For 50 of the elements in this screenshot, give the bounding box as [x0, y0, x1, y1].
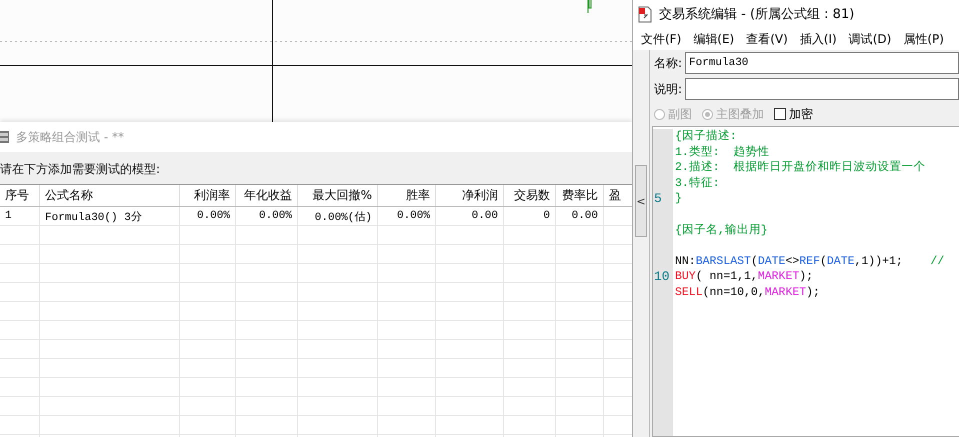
window-title: 多策略组合测试 - **: [16, 128, 124, 146]
code-line: SELL(nn=10,0,MARKET);: [675, 286, 820, 299]
column-header[interactable]: 最大回撤%: [298, 185, 378, 206]
field-label: 名称:: [652, 54, 682, 72]
table-cell: 0: [504, 207, 556, 225]
field-label: 说明:: [652, 80, 682, 98]
code-line: 3.特征:: [675, 176, 720, 190]
column-header[interactable]: 年化收益: [236, 185, 298, 206]
column-header[interactable]: 交易数: [504, 185, 556, 206]
column-header[interactable]: 公式名称: [40, 185, 180, 206]
table-cell: 0.00%(估): [298, 207, 378, 225]
table-cell: 0.00: [556, 207, 604, 225]
table-cell: 1: [0, 207, 40, 225]
line-number: 5: [654, 191, 662, 206]
menu-item[interactable]: 文件(F): [641, 30, 682, 48]
cabinet-icon: [0, 130, 10, 144]
document-icon: [637, 6, 653, 22]
code-line: 2.描述: 根据昨日开盘价和昨日波动设置一个: [675, 161, 926, 174]
table-cell: 0.00: [436, 207, 504, 225]
instruction-text: 请在下方添加需要测试的模型:: [0, 161, 160, 178]
column-header[interactable]: 费率比: [556, 185, 604, 206]
code-line: }: [675, 192, 682, 206]
name-field[interactable]: Formula30: [685, 52, 959, 74]
table-cell: Formula30() 3分: [40, 207, 180, 225]
code-editor[interactable]: 5 10 {因子描述: 1.类型: 趋势性 2.描述: 根据昨日开盘价和昨日波动设置一个 3.特征: } {因子名,输出用} NN:BARSLAST(DATE<>REF(DATE,1))+1; // BUY( nn=1,1,MARKET); SELL(nn=10,0,MARKET);: [652, 126, 959, 437]
line-number: 10: [654, 269, 670, 284]
column-header[interactable]: 胜率: [378, 185, 436, 206]
option-label: 加密: [789, 106, 813, 122]
code-line: 1.类型: 趋势性: [675, 146, 770, 159]
checkbox[interactable]: [774, 108, 786, 120]
table-cell: 0.00%: [236, 207, 298, 225]
column-header[interactable]: 净利润: [436, 185, 504, 206]
code-line: {因子描述:: [675, 130, 737, 143]
column-header[interactable]: 利润率: [180, 185, 236, 206]
code-line: {因子名,输出用}: [675, 224, 768, 237]
collapse-button[interactable]: <: [635, 165, 647, 237]
menu-item[interactable]: 属性(P): [903, 30, 944, 48]
window-title: 交易系统编辑 - (所属公式组 : 81): [659, 6, 854, 23]
table-cell: 0.00%: [378, 207, 436, 225]
code-line: BUY( nn=1,1,MARKET);: [675, 270, 814, 284]
table-cell: 0.00%: [180, 207, 236, 225]
option-label: 主图叠加: [716, 106, 764, 122]
description-field[interactable]: [685, 78, 959, 100]
option-label: 副图: [668, 106, 692, 122]
menu-item[interactable]: 调试(D): [848, 30, 892, 48]
menu-item[interactable]: 插入(I): [800, 30, 837, 48]
menu-item[interactable]: 查看(V): [746, 30, 788, 48]
column-header[interactable]: 序号: [0, 185, 40, 206]
code-line: NN:BARSLAST(DATE<>REF(DATE,1))+1; //: [675, 254, 944, 268]
menu-item[interactable]: 编辑(E): [693, 30, 734, 48]
